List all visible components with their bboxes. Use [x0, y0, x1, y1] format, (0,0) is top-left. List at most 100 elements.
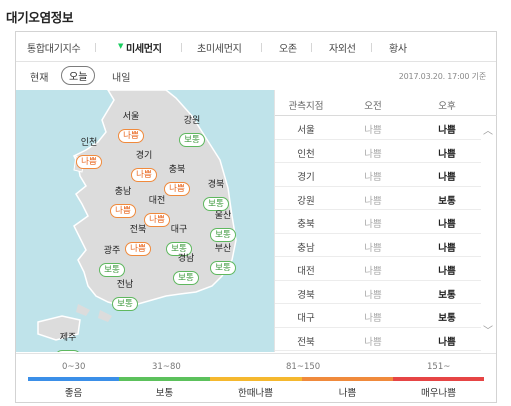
table-row: 서울 나쁨 나쁨 — [275, 116, 481, 140]
tab-fine-dust[interactable]: ▼ 미세먼지 — [118, 40, 162, 55]
col-am: 오전 — [364, 101, 382, 112]
tab-fine-dust-label: 미세먼지 — [126, 44, 162, 55]
day-today[interactable]: 오늘 — [61, 66, 96, 85]
tab-separator — [181, 43, 182, 52]
region-incheon[interactable]: 인천 나쁨 — [71, 138, 107, 169]
legend-range: 151~ — [427, 362, 451, 372]
air-quality-panel: 통합대기지수 ▼ 미세먼지 초미세먼지 오존 자외선 황사 현재 오늘 내일 20… — [15, 31, 497, 403]
region-chungbuk[interactable]: 충북 나쁨 — [159, 165, 195, 196]
region-name: 울산 — [214, 211, 232, 221]
timestamp: 2017.03.20. 17:00 기준 — [398, 72, 486, 81]
station-cell: 인천 — [297, 148, 315, 160]
region-gyeongbuk[interactable]: 경북 보통 — [198, 180, 234, 211]
am-cell: 나쁨 — [364, 125, 382, 136]
am-cell: 나쁨 — [364, 148, 382, 160]
region-name: 인천 — [80, 138, 98, 148]
tab-ultrafine-dust[interactable]: 초미세먼지 — [197, 40, 242, 55]
legend-bar-good — [28, 377, 119, 381]
station-cell: 전북 — [297, 336, 315, 348]
region-name: 강원 — [183, 116, 201, 126]
station-table: 관측지점 오전 오후 서울 나쁨 나쁨 인천 나쁨 나쁨 경기 나쁨 나쁨 강원 나쁨 보통 충… — [274, 90, 497, 352]
station-cell: 대구 — [297, 313, 315, 324]
status-badge: 보통 — [173, 271, 199, 285]
region-gyeonggi[interactable]: 경기 나쁨 — [126, 151, 162, 182]
tab-separator — [371, 43, 372, 52]
region-name: 전북 — [129, 225, 147, 235]
pm-legend: 0~30 31~80 81~150 151~ 좋음 보통 한때나쁨 나쁨 매우나… — [16, 353, 496, 403]
legend-label-sometimes-bad: 한때나쁨 — [238, 388, 273, 399]
legend-range: 81~150 — [286, 362, 321, 372]
tab-ozone[interactable]: 오존 — [279, 40, 297, 55]
region-jeonnam[interactable]: 전남 보통 — [107, 280, 143, 311]
table-header: 관측지점 오전 오후 — [275, 90, 497, 116]
region-name: 부산 — [214, 244, 232, 254]
region-name: 대구 — [170, 225, 188, 235]
pollutant-tabs: 통합대기지수 ▼ 미세먼지 초미세먼지 오존 자외선 황사 — [16, 32, 496, 62]
region-gwangju[interactable]: 광주 보통 — [94, 246, 130, 277]
region-seoul[interactable]: 서울 나쁨 — [113, 112, 149, 143]
region-name: 경남 — [177, 254, 195, 264]
region-name: 서울 — [122, 112, 140, 122]
legend-label-bad: 나쁨 — [338, 388, 357, 399]
day-tomorrow[interactable]: 내일 — [112, 69, 130, 84]
chevron-up-icon[interactable]: ︿ — [482, 126, 494, 138]
legend-range: 31~80 — [152, 362, 181, 372]
region-daejeon[interactable]: 대전 나쁨 — [139, 196, 175, 227]
region-name: 충북 — [168, 165, 186, 175]
status-badge: 나쁨 — [131, 168, 157, 182]
legend-label-very-bad: 매우나쁨 — [421, 388, 456, 399]
day-selector: 현재 오늘 내일 2017.03.20. 17:00 기준 — [16, 63, 496, 89]
col-pm: 오후 — [438, 101, 456, 112]
tab-uv[interactable]: 자외선 — [329, 40, 356, 55]
status-badge: 보통 — [99, 263, 125, 277]
table-scrollbar[interactable]: ︿ ﹀ — [480, 116, 496, 352]
region-ulsan[interactable]: 울산 보통 — [205, 211, 241, 242]
tab-yellow-dust[interactable]: 황사 — [389, 40, 407, 55]
region-gyeongnam[interactable]: 경남 보통 — [168, 254, 204, 285]
table-row: 강원 나쁨 보통 — [275, 187, 481, 210]
chevron-down-icon[interactable]: ﹀ — [482, 326, 494, 338]
tab-separator — [95, 43, 96, 52]
station-cell: 대전 — [297, 266, 315, 277]
table-row: 대전 나쁨 나쁨 — [275, 257, 481, 281]
am-cell: 나쁨 — [364, 336, 382, 348]
station-cell: 강원 — [297, 195, 315, 207]
day-now[interactable]: 현재 — [30, 69, 48, 84]
table-row: 충남 나쁨 나쁨 — [275, 234, 481, 257]
col-station: 관측지점 — [288, 101, 324, 112]
region-name: 제주 — [59, 333, 77, 343]
region-gangwon[interactable]: 강원 보통 — [174, 116, 210, 147]
tab-separator — [311, 43, 312, 52]
status-badge: 보통 — [112, 297, 138, 311]
status-badge: 나쁨 — [118, 129, 144, 143]
legend-label-good: 좋음 — [64, 388, 83, 399]
tab-integrated-index[interactable]: 통합대기지수 — [27, 40, 81, 55]
legend-bar-sometimes-bad — [210, 377, 302, 381]
table-row: 인천 나쁨 나쁨 — [275, 140, 481, 163]
pm-cell: 나쁨 — [438, 266, 456, 277]
station-cell: 경기 — [297, 172, 315, 183]
pm-cell: 나쁨 — [438, 125, 456, 136]
region-jeju[interactable]: 제주 보통 — [50, 333, 86, 352]
table-row: 대구 나쁨 보통 — [275, 304, 481, 328]
korea-map: 서울 나쁨 강원 보통 인천 나쁨 경기 나쁨 충북 나쁨 충남 나쁨 대전 나… — [16, 90, 274, 352]
pm-cell: 나쁨 — [438, 148, 456, 160]
region-name: 전남 — [116, 280, 134, 290]
region-chungnam[interactable]: 충남 나쁨 — [105, 187, 141, 218]
am-cell: 나쁨 — [364, 289, 382, 301]
am-cell: 나쁨 — [364, 195, 382, 207]
status-badge: 나쁨 — [76, 155, 102, 169]
status-badge: 보통 — [55, 350, 81, 352]
status-badge: 보통 — [210, 228, 236, 242]
status-badge: 보통 — [210, 261, 236, 275]
region-daegu[interactable]: 대구 보통 — [161, 225, 197, 256]
am-cell: 나쁨 — [364, 242, 382, 254]
region-name: 광주 — [103, 246, 121, 256]
station-cell: 경북 — [297, 289, 315, 301]
legend-bar-bad — [302, 377, 393, 381]
triangle-down-icon: ▼ — [118, 42, 124, 50]
am-cell: 나쁨 — [364, 172, 382, 183]
table-row: 경기 나쁨 나쁨 — [275, 163, 481, 187]
region-busan[interactable]: 부산 보통 — [205, 244, 241, 275]
pm-cell: 보통 — [438, 289, 456, 301]
